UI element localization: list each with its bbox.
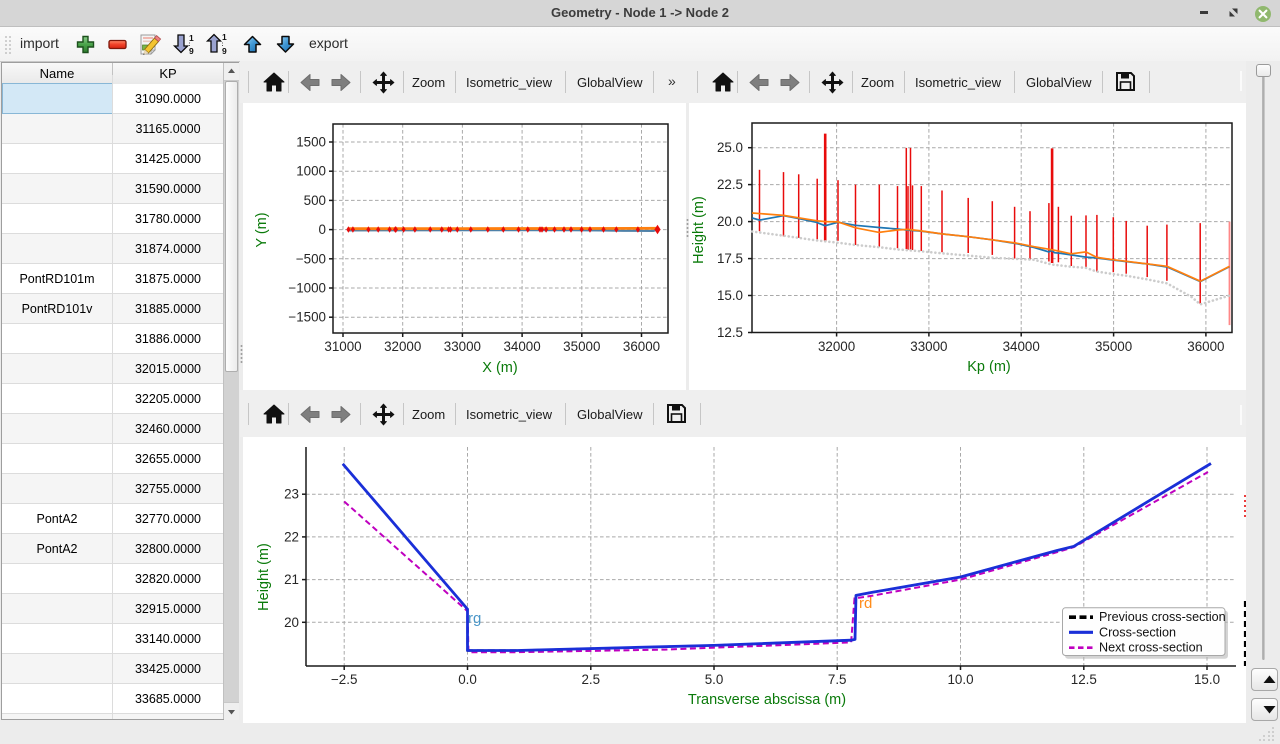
svg-text:32000: 32000 — [384, 339, 421, 354]
svg-text:Kp (m): Kp (m) — [967, 359, 1011, 375]
svg-text:−1500: −1500 — [288, 310, 326, 325]
svg-text:rg: rg — [468, 610, 481, 627]
svg-text:1000: 1000 — [296, 164, 326, 179]
svg-text:33000: 33000 — [910, 339, 947, 354]
svg-text:Height (m): Height (m) — [256, 543, 272, 611]
svg-text:10.0: 10.0 — [947, 672, 973, 687]
svg-text:34000: 34000 — [503, 339, 540, 354]
svg-text:20.0: 20.0 — [717, 214, 743, 229]
svg-text:32000: 32000 — [818, 339, 855, 354]
svg-text:−500: −500 — [296, 251, 326, 266]
svg-text:Previous cross-section: Previous cross-section — [1099, 610, 1226, 624]
svg-text:Next cross-section: Next cross-section — [1099, 641, 1203, 655]
svg-text:35000: 35000 — [1095, 339, 1132, 354]
svg-text:Transverse abscissa (m): Transverse abscissa (m) — [688, 692, 846, 708]
svg-text:Height (m): Height (m) — [691, 196, 707, 264]
svg-text:15.0: 15.0 — [1194, 672, 1220, 687]
svg-text:22: 22 — [284, 529, 299, 544]
svg-text:22.5: 22.5 — [717, 177, 743, 192]
svg-text:500: 500 — [304, 193, 326, 208]
svg-text:Cross-section: Cross-section — [1099, 625, 1176, 639]
svg-text:9: 9 — [222, 46, 227, 56]
svg-text:36000: 36000 — [1187, 339, 1224, 354]
svg-text:X (m): X (m) — [482, 360, 517, 376]
svg-text:35000: 35000 — [563, 339, 600, 354]
svg-text:1: 1 — [222, 33, 227, 42]
svg-text:34000: 34000 — [1003, 339, 1040, 354]
svg-text:7.5: 7.5 — [828, 672, 847, 687]
svg-text:5.0: 5.0 — [705, 672, 724, 687]
svg-text:25.0: 25.0 — [717, 140, 743, 155]
svg-text:−1000: −1000 — [288, 281, 326, 296]
svg-text:17.5: 17.5 — [717, 251, 743, 266]
svg-text:21: 21 — [284, 572, 299, 587]
svg-text:0: 0 — [319, 222, 326, 237]
svg-text:1500: 1500 — [296, 135, 326, 150]
svg-text:20: 20 — [284, 615, 299, 630]
svg-text:33000: 33000 — [444, 339, 481, 354]
svg-text:9: 9 — [189, 46, 194, 56]
svg-text:23: 23 — [284, 487, 299, 502]
svg-text:36000: 36000 — [623, 339, 660, 354]
svg-text:rd: rd — [859, 595, 872, 612]
svg-text:0.0: 0.0 — [458, 672, 477, 687]
svg-text:1: 1 — [189, 33, 194, 43]
svg-text:12.5: 12.5 — [1071, 672, 1097, 687]
svg-text:Y (m): Y (m) — [254, 212, 270, 247]
svg-text:−2.5: −2.5 — [331, 672, 357, 687]
svg-text:31000: 31000 — [324, 339, 361, 354]
svg-text:2.5: 2.5 — [581, 672, 600, 687]
svg-text:12.5: 12.5 — [717, 325, 743, 340]
svg-text:15.0: 15.0 — [717, 288, 743, 303]
